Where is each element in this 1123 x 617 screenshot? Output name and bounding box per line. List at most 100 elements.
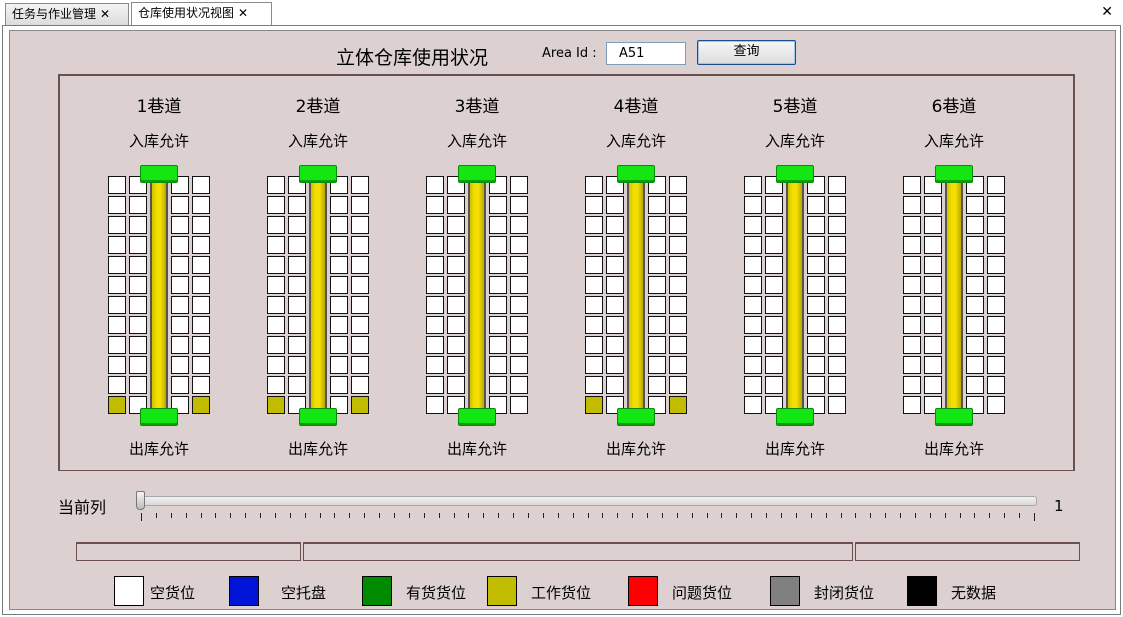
storage-cell[interactable] (447, 296, 465, 314)
storage-cell[interactable] (966, 236, 984, 254)
storage-cell[interactable] (765, 316, 783, 334)
storage-cell[interactable] (669, 196, 687, 214)
storage-cell[interactable] (828, 396, 846, 414)
storage-cell[interactable] (966, 316, 984, 334)
outbound-indicator[interactable] (458, 408, 496, 426)
storage-cell[interactable] (987, 296, 1005, 314)
storage-cell[interactable] (765, 236, 783, 254)
storage-cell[interactable] (267, 296, 285, 314)
tab-warehouse-status[interactable]: 仓库使用状况视图 ✕ (131, 2, 272, 26)
storage-cell[interactable] (171, 316, 189, 334)
storage-cell[interactable] (924, 236, 942, 254)
storage-cell[interactable] (510, 396, 528, 414)
storage-cell[interactable] (744, 196, 762, 214)
storage-cell[interactable] (828, 196, 846, 214)
storage-cell[interactable] (330, 316, 348, 334)
area-id-input[interactable]: A51 (606, 42, 686, 65)
storage-cell[interactable] (648, 216, 666, 234)
storage-cell[interactable] (828, 336, 846, 354)
storage-cell[interactable] (966, 196, 984, 214)
storage-cell[interactable] (585, 316, 603, 334)
storage-cell[interactable] (987, 336, 1005, 354)
storage-cell[interactable] (966, 276, 984, 294)
storage-cell[interactable] (648, 356, 666, 374)
storage-cell[interactable] (330, 296, 348, 314)
storage-cell[interactable] (108, 216, 126, 234)
storage-cell[interactable] (987, 256, 1005, 274)
storage-cell[interactable] (903, 176, 921, 194)
storage-cell[interactable] (669, 216, 687, 234)
storage-cell[interactable] (489, 196, 507, 214)
storage-cell[interactable] (924, 356, 942, 374)
storage-cell[interactable] (966, 356, 984, 374)
storage-cell[interactable] (171, 276, 189, 294)
storage-cell[interactable] (585, 196, 603, 214)
storage-cell[interactable] (924, 296, 942, 314)
storage-cell[interactable] (267, 396, 285, 414)
storage-cell[interactable] (489, 276, 507, 294)
storage-cell[interactable] (585, 356, 603, 374)
storage-cell[interactable] (351, 336, 369, 354)
close-icon[interactable]: ✕ (238, 6, 248, 20)
storage-cell[interactable] (765, 356, 783, 374)
storage-cell[interactable] (669, 296, 687, 314)
storage-cell[interactable] (924, 336, 942, 354)
storage-cell[interactable] (108, 276, 126, 294)
outbound-indicator[interactable] (776, 408, 814, 426)
storage-cell[interactable] (192, 196, 210, 214)
tab-task-management[interactable]: 任务与作业管理 ✕ (5, 3, 129, 25)
storage-cell[interactable] (924, 216, 942, 234)
storage-cell[interactable] (129, 336, 147, 354)
storage-cell[interactable] (669, 356, 687, 374)
storage-cell[interactable] (648, 196, 666, 214)
storage-cell[interactable] (765, 296, 783, 314)
storage-cell[interactable] (669, 176, 687, 194)
storage-cell[interactable] (108, 256, 126, 274)
storage-cell[interactable] (489, 356, 507, 374)
storage-cell[interactable] (351, 356, 369, 374)
storage-cell[interactable] (426, 356, 444, 374)
storage-cell[interactable] (447, 216, 465, 234)
storage-cell[interactable] (987, 196, 1005, 214)
storage-cell[interactable] (966, 216, 984, 234)
outbound-indicator[interactable] (299, 408, 337, 426)
storage-cell[interactable] (606, 236, 624, 254)
storage-cell[interactable] (903, 196, 921, 214)
storage-cell[interactable] (648, 256, 666, 274)
storage-cell[interactable] (351, 296, 369, 314)
inbound-indicator[interactable] (458, 165, 496, 183)
storage-cell[interactable] (828, 176, 846, 194)
storage-cell[interactable] (267, 376, 285, 394)
storage-cell[interactable] (903, 216, 921, 234)
storage-cell[interactable] (510, 316, 528, 334)
column-slider-track[interactable] (142, 496, 1037, 506)
storage-cell[interactable] (129, 236, 147, 254)
storage-cell[interactable] (987, 316, 1005, 334)
storage-cell[interactable] (606, 276, 624, 294)
outbound-indicator[interactable] (935, 408, 973, 426)
inbound-indicator[interactable] (935, 165, 973, 183)
storage-cell[interactable] (351, 236, 369, 254)
storage-cell[interactable] (108, 316, 126, 334)
storage-cell[interactable] (510, 216, 528, 234)
storage-cell[interactable] (171, 236, 189, 254)
storage-cell[interactable] (585, 236, 603, 254)
storage-cell[interactable] (765, 256, 783, 274)
storage-cell[interactable] (987, 236, 1005, 254)
storage-cell[interactable] (606, 336, 624, 354)
storage-cell[interactable] (807, 336, 825, 354)
storage-cell[interactable] (426, 236, 444, 254)
storage-cell[interactable] (267, 176, 285, 194)
storage-cell[interactable] (447, 256, 465, 274)
storage-cell[interactable] (510, 176, 528, 194)
storage-cell[interactable] (267, 216, 285, 234)
storage-cell[interactable] (744, 356, 762, 374)
storage-cell[interactable] (447, 356, 465, 374)
storage-cell[interactable] (351, 256, 369, 274)
storage-cell[interactable] (510, 376, 528, 394)
storage-cell[interactable] (192, 356, 210, 374)
storage-cell[interactable] (288, 216, 306, 234)
storage-cell[interactable] (966, 376, 984, 394)
storage-cell[interactable] (765, 376, 783, 394)
storage-cell[interactable] (987, 276, 1005, 294)
